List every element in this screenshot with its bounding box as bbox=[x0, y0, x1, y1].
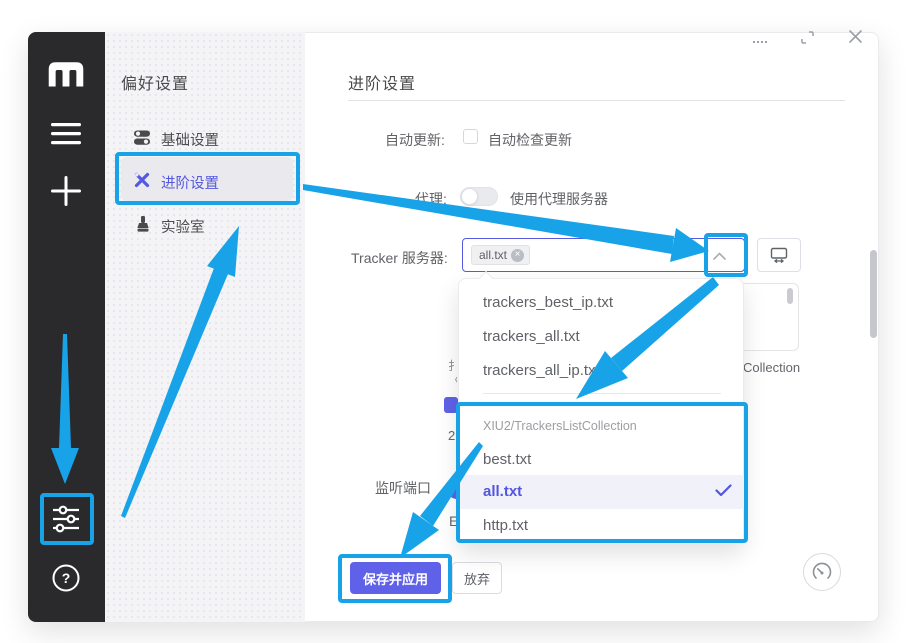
dropdown-item[interactable]: trackers_all_ip.txt bbox=[483, 362, 600, 379]
obscured-text-fragment: E bbox=[449, 513, 458, 529]
close-icon[interactable] bbox=[848, 29, 863, 44]
dropdown-group-label: XIU2/TrackersListCollection bbox=[483, 419, 637, 433]
tag-close-icon[interactable]: × bbox=[511, 249, 524, 262]
minimize-icon[interactable] bbox=[753, 41, 767, 43]
chevron-up-icon[interactable] bbox=[713, 252, 726, 261]
dropdown-divider bbox=[483, 393, 721, 394]
sync-icon bbox=[770, 247, 788, 264]
preferences-sliders-icon[interactable] bbox=[48, 501, 84, 537]
tracker-label: Tracker 服务器: bbox=[351, 248, 448, 268]
nav-sidebar bbox=[105, 32, 305, 622]
proxy-switch-label: 使用代理服务器 bbox=[510, 189, 608, 209]
help-icon[interactable]: ? bbox=[52, 564, 80, 592]
add-task-icon[interactable] bbox=[51, 176, 81, 206]
update-trackers-button[interactable] bbox=[757, 238, 801, 272]
proxy-toggle-knob bbox=[461, 188, 478, 205]
textarea-scrollbar[interactable] bbox=[787, 288, 793, 304]
obscured-text-fragment: 2 bbox=[448, 428, 455, 443]
advanced-tools-icon bbox=[133, 171, 151, 189]
save-apply-button[interactable]: 保存并应用 bbox=[350, 562, 441, 594]
proxy-label: 代理: bbox=[415, 189, 447, 209]
speed-limit-icon[interactable] bbox=[803, 553, 841, 591]
dropdown-item[interactable]: trackers_all.txt bbox=[483, 328, 580, 345]
helper-text-fragment: Collection bbox=[743, 360, 800, 375]
discard-button[interactable]: 放弃 bbox=[452, 562, 502, 594]
basic-settings-icon bbox=[133, 128, 151, 146]
sidebar-item-advanced-settings-label: 进阶设置 bbox=[161, 172, 219, 193]
dropdown-item[interactable]: http.txt bbox=[483, 517, 528, 534]
lab-stamp-icon bbox=[134, 215, 152, 233]
auto-update-checkbox[interactable] bbox=[463, 129, 478, 144]
dropdown-item[interactable]: trackers_best_ip.txt bbox=[483, 294, 613, 311]
screenshot-root: ? 偏好设置 基础设置 进阶设置 实验室 进阶设置 自动更新: 自动检查更新 代… bbox=[0, 0, 906, 643]
tracker-dropdown: trackers_best_ip.txt trackers_all.txt tr… bbox=[458, 278, 744, 544]
sidebar-item-lab[interactable]: 实验室 bbox=[161, 216, 205, 237]
listen-port-label: 监听端口 bbox=[375, 478, 431, 498]
auto-update-checkbox-label[interactable]: 自动检查更新 bbox=[488, 130, 572, 150]
motrix-logo bbox=[47, 60, 85, 87]
tracker-select-input[interactable]: all.txt × bbox=[462, 238, 745, 272]
title-divider bbox=[348, 100, 845, 101]
tracker-tag-label: all.txt bbox=[479, 248, 507, 262]
svg-text:?: ? bbox=[62, 570, 71, 586]
obscured-link-fragment bbox=[444, 397, 458, 413]
tracker-tag: all.txt × bbox=[471, 245, 530, 265]
maximize-icon[interactable] bbox=[800, 30, 815, 45]
proxy-toggle[interactable] bbox=[460, 187, 498, 206]
page-title: 进阶设置 bbox=[348, 70, 416, 94]
dropdown-selected-label: all.txt bbox=[483, 483, 522, 500]
dropdown-item[interactable]: best.txt bbox=[483, 451, 531, 468]
obscured-text-fragment: 〈 bbox=[448, 371, 457, 388]
checkmark-icon bbox=[715, 484, 732, 497]
nav-title: 偏好设置 bbox=[121, 70, 189, 94]
task-list-icon[interactable] bbox=[51, 123, 81, 145]
sidebar-item-basic-settings[interactable]: 基础设置 bbox=[161, 129, 219, 150]
window-scrollbar[interactable] bbox=[870, 250, 877, 338]
auto-update-label: 自动更新: bbox=[385, 130, 445, 150]
